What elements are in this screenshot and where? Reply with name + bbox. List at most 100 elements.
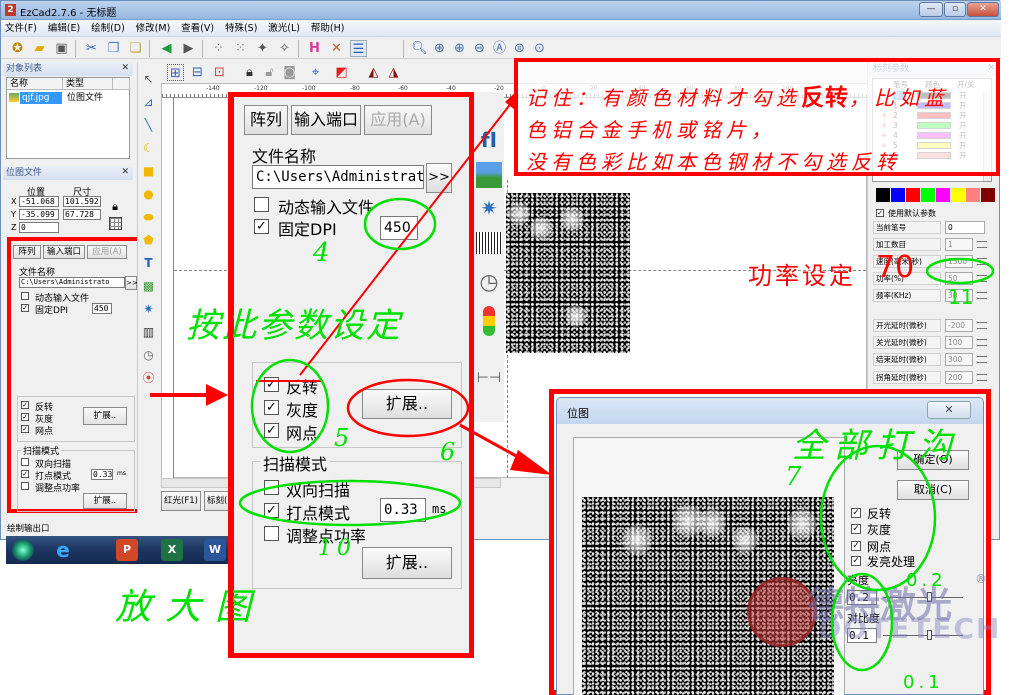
adjust-power-checkbox[interactable] (264, 526, 279, 541)
dot-mode-checkbox[interactable]: ✓ (264, 503, 279, 518)
palette-swatch[interactable] (981, 188, 995, 202)
zoom-fit-icon[interactable]: ⊙ (531, 40, 548, 57)
circle-tool-icon[interactable]: ● (140, 186, 157, 203)
column-header-type[interactable]: 类型 (63, 78, 113, 90)
tab-array[interactable]: 阵列 (244, 105, 288, 135)
browse-button[interactable]: >> (426, 163, 452, 193)
zoom-prev-icon[interactable]: ⊜ (511, 40, 528, 57)
spin-button-icon[interactable] (977, 292, 987, 299)
zoom-icon[interactable]: 🔍︎ (411, 40, 428, 57)
menu-draw[interactable]: 绘制(D) (87, 20, 129, 37)
dpi-input[interactable]: 450 (380, 216, 418, 240)
palette-swatch[interactable] (906, 188, 920, 202)
rectangle-tool-icon[interactable]: ■ (140, 163, 157, 180)
save-icon[interactable]: ▣ (53, 40, 70, 57)
text-tool-icon[interactable]: T (140, 255, 157, 272)
expand-button[interactable]: 扩展.. (362, 389, 452, 419)
menu-view[interactable]: 查看(V) (177, 20, 218, 37)
param-value-input[interactable]: 50 (945, 272, 973, 285)
io-signal-icon[interactable]: ⦿ (140, 370, 157, 387)
new-file-icon[interactable]: ✪ (9, 40, 26, 57)
minimize-button[interactable]: — (919, 2, 943, 17)
ie-icon[interactable]: e (52, 539, 74, 561)
cut-icon[interactable]: ✂ (83, 40, 100, 57)
bidirectional-scan-checkbox[interactable] (21, 458, 29, 466)
node-edit-icon[interactable]: ⁙ (232, 40, 249, 57)
windows-start-icon[interactable] (12, 539, 34, 561)
object-list[interactable]: 名称 类型 qjf.jpg 位图文件 (6, 77, 130, 159)
file-path-input[interactable]: C:\Users\Administrato (252, 165, 424, 189)
vector-file-icon[interactable]: ✷ (140, 301, 157, 318)
text-tool-icon[interactable]: fI (476, 128, 502, 154)
paste-icon[interactable]: ❏ (127, 40, 144, 57)
scan-expand-button[interactable]: 扩展.. (362, 547, 452, 579)
fixed-dpi-checkbox[interactable]: ✓ (21, 304, 29, 312)
menu-laser[interactable]: 激光(L) (264, 20, 304, 37)
invert-checkbox[interactable]: ✓ (264, 377, 279, 392)
gray-checkbox[interactable]: ✓ (264, 400, 279, 415)
apply-button[interactable]: 应用(A) (364, 105, 432, 135)
node-add-icon[interactable]: ✦ (254, 40, 271, 57)
bidirectional-scan-checkbox[interactable] (264, 480, 279, 495)
zoom-plus-icon[interactable]: ⊕ (451, 40, 468, 57)
z-position-input[interactable]: 0 (19, 222, 59, 233)
zoom-all-icon[interactable]: Ⓐ (491, 40, 508, 57)
close-panel-icon[interactable]: ✕ (121, 167, 129, 177)
color-layers-icon[interactable]: ◩ (333, 64, 350, 81)
param-value-input[interactable]: 100 (945, 336, 973, 349)
close-button[interactable]: ✕ (967, 2, 999, 17)
bitmap-tool-icon[interactable] (476, 162, 502, 188)
y-position-input[interactable]: -35.099 (19, 209, 59, 220)
polygon-tool-icon[interactable]: ⬟ (140, 232, 157, 249)
use-default-checkbox[interactable]: ✓ (876, 209, 884, 217)
anchor-grid-icon[interactable] (109, 217, 122, 230)
io-signal-icon[interactable] (483, 306, 495, 336)
palette-swatch[interactable] (921, 188, 935, 202)
menu-file[interactable]: 文件(F) (1, 20, 41, 37)
param-value-input[interactable]: 1500 (945, 255, 973, 268)
invert-checkbox[interactable]: ✓ (851, 508, 861, 518)
dot-time-input[interactable]: 0.33 (380, 498, 426, 522)
ungroup-icon[interactable]: ⊟ (189, 64, 206, 81)
zoom-in-icon[interactable]: ⊕ (431, 40, 448, 57)
fixed-dpi-checkbox[interactable]: ✓ (254, 219, 269, 234)
param-value-input[interactable]: 300 (945, 353, 973, 366)
select-arrow-icon[interactable]: ↖ (140, 71, 157, 88)
lock-icon[interactable]: 🔒︎ (109, 201, 121, 213)
bitmap-tool-icon[interactable]: ▩ (140, 278, 157, 295)
maximize-button[interactable]: ▫ (944, 2, 966, 17)
hatch-icon[interactable]: H (306, 40, 323, 57)
tab-input-port[interactable]: 输入端口 (291, 105, 361, 135)
dither-checkbox[interactable]: ✓ (264, 423, 279, 438)
palette-swatch[interactable] (951, 188, 965, 202)
list-icon[interactable]: ☰ (350, 40, 367, 57)
dither-checkbox[interactable]: ✓ (21, 425, 29, 433)
unlock-object-icon[interactable]: 🔓︎ (261, 64, 278, 81)
open-folder-icon[interactable]: ▰ (31, 40, 48, 57)
red-light-button[interactable]: 红光(F1) (161, 491, 201, 511)
tab-array[interactable]: 阵列 (13, 245, 41, 259)
param-value-input[interactable]: 0 (945, 221, 985, 234)
height-input[interactable]: 67.728 (63, 209, 101, 220)
dot-mode-checkbox[interactable]: ✓ (21, 470, 29, 478)
close-panel-icon[interactable]: ✕ (121, 63, 129, 73)
menu-edit[interactable]: 编辑(E) (44, 20, 84, 37)
adjust-power-checkbox[interactable] (21, 482, 29, 490)
menu-modify[interactable]: 修改(M) (132, 20, 175, 37)
group-icon[interactable]: ⊞ (167, 64, 184, 81)
x-position-input[interactable]: -51.068 (19, 196, 59, 207)
invert-checkbox[interactable]: ✓ (21, 401, 29, 409)
spin-button-icon[interactable] (977, 339, 987, 346)
spin-button-icon[interactable] (977, 241, 987, 248)
barcode-icon[interactable] (476, 232, 502, 254)
line-tool-icon[interactable]: ╲ (140, 117, 157, 134)
excel-icon[interactable]: X (161, 539, 183, 561)
forward-icon[interactable]: ▶ (180, 40, 197, 57)
spin-button-icon[interactable] (977, 356, 987, 363)
browse-button[interactable]: >> (125, 276, 138, 290)
powerpoint-icon[interactable]: P (116, 539, 138, 561)
palette-swatch[interactable] (876, 188, 890, 202)
scan-expand-button[interactable]: 扩展.. (83, 493, 127, 509)
dynamic-input-checkbox[interactable] (21, 292, 29, 300)
spin-button-icon[interactable] (977, 322, 987, 329)
